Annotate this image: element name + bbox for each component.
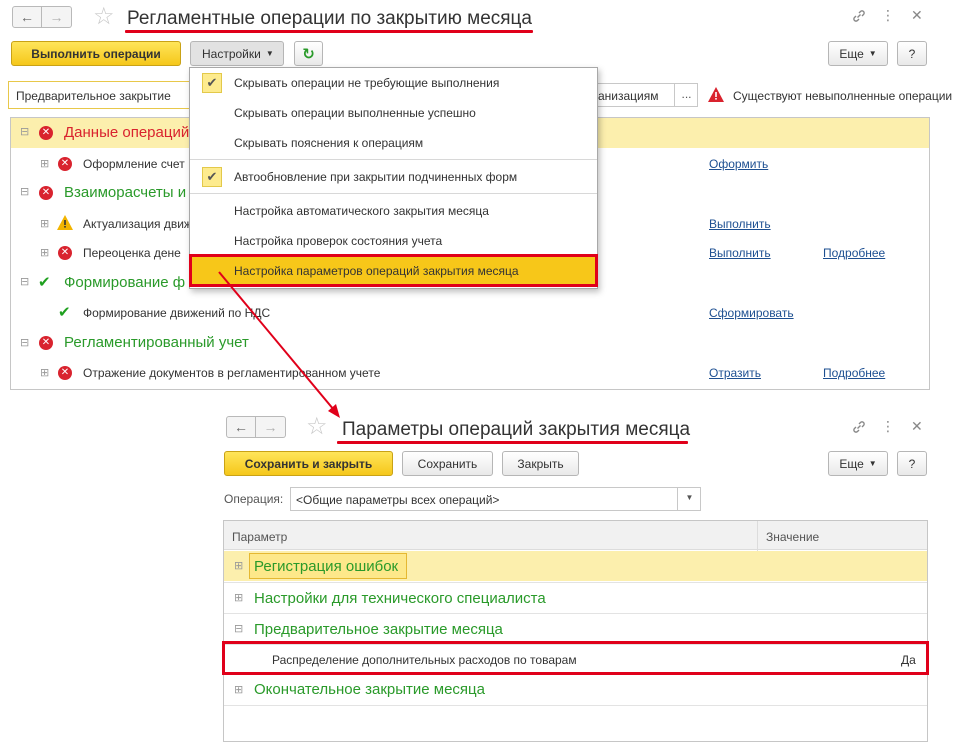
expand-icon[interactable]: ⊞ xyxy=(234,559,243,572)
table-header xyxy=(224,521,927,550)
expand-icon[interactable]: ⊞ xyxy=(234,683,243,696)
close-button[interactable]: Закрыть xyxy=(502,451,579,476)
window-title: Параметры операций закрытия месяца xyxy=(342,419,691,440)
help-button[interactable]: ? xyxy=(897,451,927,476)
favorite-star-icon[interactable]: ☆ xyxy=(306,415,328,439)
expand-icon[interactable]: ⊞ xyxy=(234,591,243,604)
chevron-down-icon[interactable]: ▼ xyxy=(677,487,701,511)
table-row-name: Регистрация ошибок xyxy=(254,558,399,575)
column-header-parameter[interactable]: Параметр xyxy=(232,530,287,544)
table-row-name[interactable]: Предварительное закрытие месяца xyxy=(254,621,503,638)
title-underline xyxy=(337,441,688,444)
row-divider xyxy=(224,705,927,706)
chevron-down-icon: ▼ xyxy=(868,459,877,468)
table-row-name[interactable]: Настройки для технического специалиста xyxy=(254,590,546,607)
save-and-close-button[interactable]: Сохранить и закрыть xyxy=(224,451,393,476)
row-divider xyxy=(224,582,927,583)
more-label: Еще xyxy=(839,456,864,471)
link-icon[interactable] xyxy=(851,419,867,438)
arrow-right-icon: → xyxy=(263,419,278,435)
row-divider xyxy=(224,613,927,614)
collapse-icon[interactable]: ⊟ xyxy=(234,622,243,635)
forward-button[interactable]: → xyxy=(256,416,286,438)
more-button[interactable]: Еще ▼ xyxy=(828,451,888,476)
more-vertical-icon[interactable]: ⋮ xyxy=(881,418,895,435)
operation-value: <Общие параметры всех операций> xyxy=(296,493,500,507)
column-header-value[interactable]: Значение xyxy=(766,530,819,544)
save-button[interactable]: Сохранить xyxy=(402,451,493,476)
operation-label: Операция: xyxy=(224,492,284,506)
operation-select[interactable]: <Общие параметры всех операций> ▼ xyxy=(290,487,701,511)
back-button[interactable]: ← xyxy=(226,416,256,438)
close-icon[interactable]: ✕ xyxy=(911,418,923,435)
table-row-name[interactable]: Окончательное закрытие месяца xyxy=(254,681,485,698)
highlight-box-parameter-row xyxy=(222,641,929,675)
arrow-left-icon: ← xyxy=(234,419,248,435)
